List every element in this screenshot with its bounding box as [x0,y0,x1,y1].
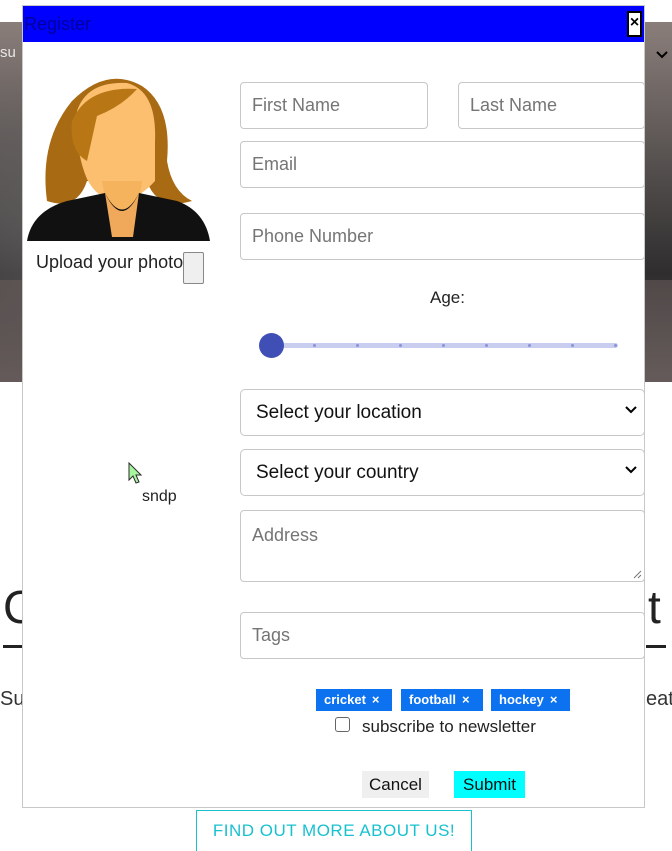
last-name-field[interactable]: Last Name [458,82,645,129]
remove-tag-icon[interactable]: × [372,692,380,707]
tag-label: football [409,692,456,707]
last-name-placeholder: Last Name [470,95,558,115]
avatar-placeholder-image [27,78,210,241]
upload-photo-label: Upload your photo [36,252,184,272]
tags-field[interactable]: Tags [240,612,645,659]
slider-tick [614,344,617,347]
chevron-down-icon[interactable] [655,48,672,65]
upload-photo-button[interactable] [183,252,204,284]
country-select[interactable]: Select your country [240,449,645,496]
dialog-title: Register [24,14,92,34]
slider-tick [571,344,574,347]
country-select-value: Select your country [256,462,419,483]
close-button[interactable]: × [627,11,642,37]
address-placeholder: Address [252,525,319,545]
first-name-placeholder: First Name [252,95,341,115]
tag-chip[interactable]: hockey × [491,689,570,711]
newsletter-label: subscribe to newsletter [362,717,536,736]
resize-handle-icon[interactable] [632,569,642,579]
age-slider-thumb[interactable] [259,333,284,358]
background-divider [646,645,666,648]
slider-tick [528,344,531,347]
email-field[interactable]: Email [240,141,645,188]
tag-label: cricket [324,692,366,707]
background-heading-right: t [648,581,661,633]
mouse-cursor-icon [128,462,143,484]
slider-tick [356,344,359,347]
location-select-value: Select your location [256,402,422,423]
background-text-right: eat [646,688,672,710]
tags-placeholder: Tags [252,625,291,645]
submit-button[interactable]: Submit [454,771,525,798]
cancel-button[interactable]: Cancel [362,771,429,798]
newsletter-checkbox[interactable] [335,717,350,732]
slider-tick [313,344,316,347]
location-select[interactable]: Select your location [240,389,645,436]
tag-chip[interactable]: football × [401,689,483,711]
phone-number-field[interactable]: Phone Number [240,213,645,260]
slider-tick [399,344,402,347]
tag-chip[interactable]: cricket × [316,689,392,711]
caption-text: sndp [142,488,177,505]
background-divider [3,645,23,648]
background-text-left: Su [0,688,25,710]
remove-tag-icon[interactable]: × [550,692,558,707]
first-name-field[interactable]: First Name [240,82,428,129]
slider-tick [485,344,488,347]
phone-placeholder: Phone Number [252,226,374,246]
chevron-down-icon [625,466,637,474]
tag-label: hockey [499,692,544,707]
slider-tick [442,344,445,347]
dialog-titlebar[interactable]: Register × [23,6,644,42]
email-placeholder: Email [252,154,298,174]
age-label: Age: [430,288,465,307]
find-out-more-button[interactable]: FIND OUT MORE ABOUT US! [196,810,472,851]
address-field[interactable]: Address [240,510,645,582]
remove-tag-icon[interactable]: × [462,692,470,707]
register-dialog: Register × Upload your photo sndp First … [22,5,645,808]
background-hero-text: su [0,44,16,61]
chevron-down-icon [625,406,637,414]
